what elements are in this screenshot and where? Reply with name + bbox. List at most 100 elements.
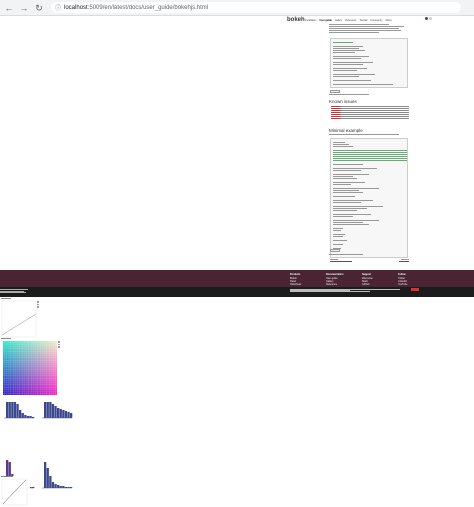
grid-cell [31, 362, 34, 365]
grid-cell [21, 344, 23, 347]
grid-cell [49, 384, 52, 386]
grid-cell [30, 346, 32, 349]
grid-cell [8, 348, 11, 350]
grid-cell [22, 362, 25, 365]
grid-cell [48, 344, 50, 347]
code-block [330, 38, 408, 88]
grid-cell [46, 382, 48, 385]
grid-cell [15, 362, 18, 365]
nav-link[interactable]: Community [370, 19, 382, 22]
grid-cell [4, 366, 7, 368]
grid-cell [42, 368, 45, 370]
grid-cell [28, 346, 30, 349]
grid-cell [48, 348, 50, 350]
bokeh-logo[interactable]: bokeh [287, 17, 305, 23]
show-output-button[interactable] [330, 90, 340, 93]
grid-cell [39, 393, 41, 395]
grid-cell [51, 355, 54, 358]
grid-cell [19, 393, 21, 395]
grid-cell [51, 387, 54, 390]
footer-link[interactable]: Reference [326, 283, 356, 286]
grid-cell [19, 373, 21, 376]
grid-cell [17, 391, 20, 394]
grid-cell [55, 344, 57, 347]
grid-cell [12, 377, 14, 379]
grid-cell [30, 384, 32, 386]
plot-toolbar[interactable] [58, 341, 60, 349]
run-button[interactable] [330, 249, 340, 252]
grid-cell [26, 377, 29, 379]
grid-cell [13, 368, 16, 370]
grid-cell [13, 350, 16, 352]
grid-cell [37, 360, 39, 363]
grid-cell [28, 342, 30, 345]
grid-cell [44, 353, 47, 356]
grid-cell [8, 351, 11, 354]
grid-cell [33, 384, 36, 386]
address-bar[interactable]: ⓘ localhost:5009/en/latest/docs/user_gui… [51, 2, 461, 13]
grid-cell [4, 377, 7, 379]
footer-link[interactable]: YouTube [398, 283, 428, 286]
nav-link[interactable]: Reference [345, 19, 356, 22]
grid-cell [53, 351, 56, 354]
theme-toggle[interactable] [425, 17, 433, 21]
grid-cell [6, 384, 9, 386]
nav-link[interactable]: Tutorial [359, 19, 367, 22]
grid-cell [53, 380, 56, 383]
grid-cell [35, 346, 38, 349]
arrow-left-icon[interactable]: ← [3, 2, 15, 14]
grid-cell [40, 362, 43, 365]
grid-cell [30, 380, 32, 383]
arrow-right-icon[interactable]: → [18, 2, 30, 14]
grid-cell [39, 382, 41, 385]
grid-cell [30, 371, 32, 374]
color-grid-plot[interactable] [0, 338, 62, 402]
page-content: bokeh Installation User guide Gallery Re… [0, 16, 474, 507]
grid-cell [4, 384, 7, 386]
grid-cell [4, 362, 7, 365]
grid-cell [26, 380, 29, 383]
grid-cell [44, 348, 47, 350]
nav-link[interactable]: About [385, 19, 391, 22]
grid-cell [19, 353, 21, 356]
grid-cell [37, 341, 39, 343]
nav-link[interactable]: User guide [319, 19, 331, 22]
grid-cell [28, 382, 30, 385]
grid-cell [39, 357, 41, 359]
grid-cell [49, 353, 52, 356]
grid-cell [39, 353, 41, 356]
footer-link[interactable]: HoloViews [290, 283, 320, 286]
grid-cell [48, 353, 50, 356]
next-page-link[interactable] [397, 259, 409, 263]
grid-cell [40, 393, 43, 395]
grid-cell [13, 366, 16, 368]
grid-cell [48, 357, 50, 359]
grid-cell [8, 369, 11, 372]
grid-cell [30, 357, 32, 359]
grid-cell [12, 360, 14, 363]
nav-link[interactable]: Installation [305, 19, 316, 22]
prev-page-link[interactable] [330, 259, 354, 263]
scatter-plot[interactable] [0, 476, 30, 507]
nav-link[interactable]: Gallery [335, 19, 343, 22]
grid-cell [10, 344, 12, 347]
grid-cell [26, 393, 29, 395]
grid-cell [30, 360, 32, 363]
grid-cell [21, 371, 23, 374]
line-plot[interactable] [0, 298, 40, 340]
reload-icon[interactable]: ↻ [33, 2, 45, 14]
grid-cell [12, 357, 14, 359]
plot-toolbar[interactable] [37, 301, 39, 309]
grid-cell [19, 344, 21, 347]
info-icon[interactable]: ⓘ [55, 3, 61, 12]
grid-cell [6, 382, 9, 385]
grid-cell [55, 350, 57, 352]
docs-nav: Installation User guide Gallery Referenc… [305, 19, 392, 22]
footer-link[interactable]: GitHub [362, 283, 392, 286]
cookie-accept-button[interactable] [411, 288, 419, 291]
histogram-bar [62, 486, 65, 488]
grid-cell [3, 389, 5, 392]
grid-cell [53, 378, 56, 381]
grid-cell [28, 377, 30, 379]
grid-cell [17, 373, 20, 376]
